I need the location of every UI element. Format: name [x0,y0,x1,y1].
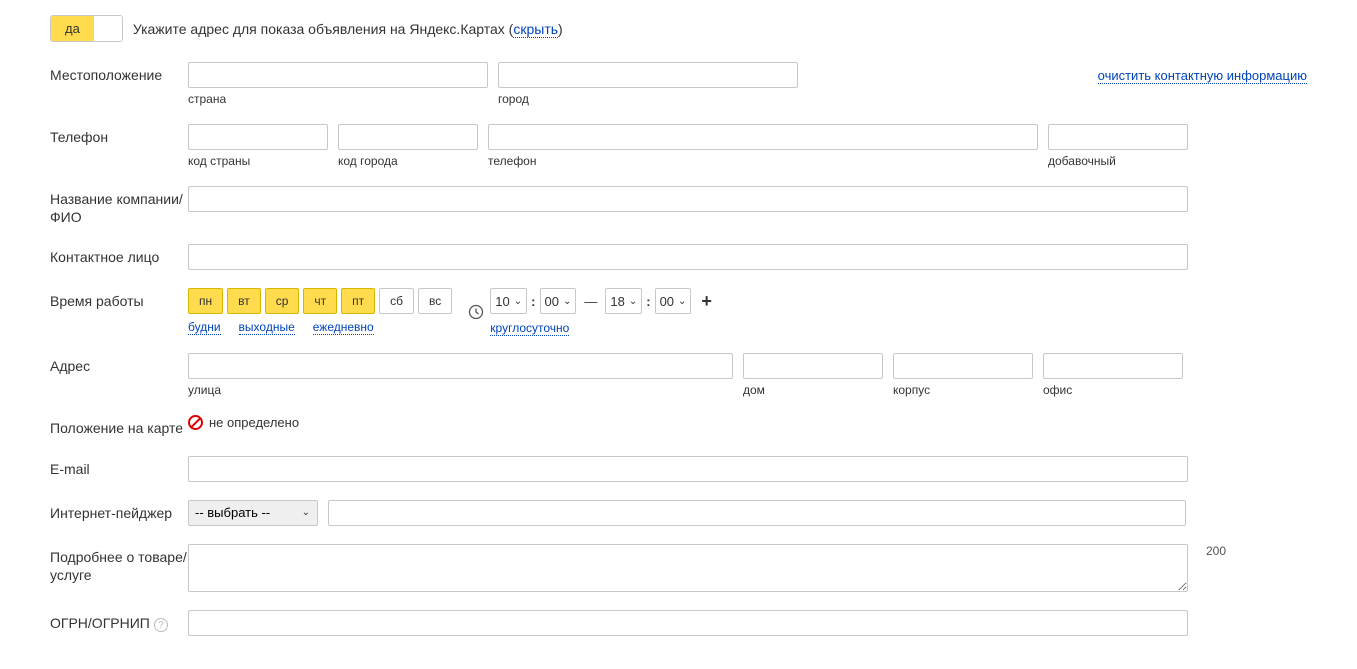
hours-label: Время работы [50,288,188,310]
company-label: Название компании/ФИО [50,186,188,226]
char-counter: 200 [1206,544,1226,558]
time-dash: — [584,294,597,309]
day-fri[interactable]: пт [341,288,375,314]
phone-label: Телефон [50,124,188,146]
ext-input[interactable] [1048,124,1188,150]
building-sublabel: корпус [893,383,1033,397]
pager-label: Интернет-пейджер [50,500,188,522]
building-input[interactable] [893,353,1033,379]
time-start-hour[interactable]: 10⌄ [490,288,527,314]
city-code-sublabel: код города [338,154,478,168]
chevron-down-icon: ⌄ [629,296,637,307]
contact-label: Контактное лицо [50,244,188,266]
company-input[interactable] [188,186,1188,212]
clear-contact-link[interactable]: очистить контактную информацию [1098,68,1307,84]
email-label: E-mail [50,456,188,478]
toggle-no[interactable] [94,16,122,41]
house-sublabel: дом [743,383,883,397]
map-status-text: не определено [209,415,299,430]
no-sign-icon [188,415,203,430]
help-icon[interactable]: ? [154,618,168,632]
street-sublabel: улица [188,383,733,397]
time-end-min[interactable]: 00⌄ [655,288,692,314]
toggle-yes[interactable]: да [51,16,94,41]
clock-icon [468,304,484,320]
details-textarea[interactable] [188,544,1188,592]
office-input[interactable] [1043,353,1183,379]
day-thu[interactable]: чт [303,288,337,314]
quick-allday[interactable]: круглосуточно [490,321,569,336]
country-sublabel: страна [188,92,488,106]
hide-link[interactable]: скрыть [513,21,558,38]
office-sublabel: офис [1043,383,1183,397]
day-wed[interactable]: ср [265,288,300,314]
ext-sublabel: добавочный [1048,154,1188,168]
time-colon-2: : [646,294,650,309]
quick-daily[interactable]: ежедневно [313,320,374,335]
city-sublabel: город [498,92,798,106]
time-start-min[interactable]: 00⌄ [540,288,577,314]
chevron-down-icon: ⌄ [563,296,571,307]
ogrn-label: ОГРН/ОГРНИП? [50,610,188,632]
country-code-sublabel: код страны [188,154,328,168]
address-label: Адрес [50,353,188,375]
house-input[interactable] [743,353,883,379]
day-sat[interactable]: сб [379,288,414,314]
ogrn-input[interactable] [188,610,1188,636]
city-code-input[interactable] [338,124,478,150]
country-input[interactable] [188,62,488,88]
pager-select[interactable]: -- выбрать -- [188,500,318,526]
map-pos-label: Положение на карте [50,415,188,437]
day-sun[interactable]: вс [418,288,452,314]
phone-sublabel: телефон [488,154,1038,168]
add-time-button[interactable]: + [701,291,712,312]
day-tue[interactable]: вт [227,288,261,314]
quick-weekdays[interactable]: будни [188,320,221,335]
city-input[interactable] [498,62,798,88]
country-code-input[interactable] [188,124,328,150]
time-colon: : [531,294,535,309]
day-mon[interactable]: пн [188,288,223,314]
time-end-hour[interactable]: 18⌄ [605,288,642,314]
yes-no-toggle[interactable]: да [50,15,123,42]
details-label: Подробнее о товаре/услуге [50,544,188,584]
pager-input[interactable] [328,500,1186,526]
contact-input[interactable] [188,244,1188,270]
phone-number-input[interactable] [488,124,1038,150]
quick-weekend[interactable]: выходные [239,320,295,335]
email-input[interactable] [188,456,1188,482]
location-label: Местоположение [50,62,188,84]
chevron-down-icon: ⌄ [678,296,686,307]
chevron-down-icon: ⌄ [514,296,522,307]
street-input[interactable] [188,353,733,379]
top-instruction: Укажите адрес для показа объявления на Я… [133,21,563,37]
